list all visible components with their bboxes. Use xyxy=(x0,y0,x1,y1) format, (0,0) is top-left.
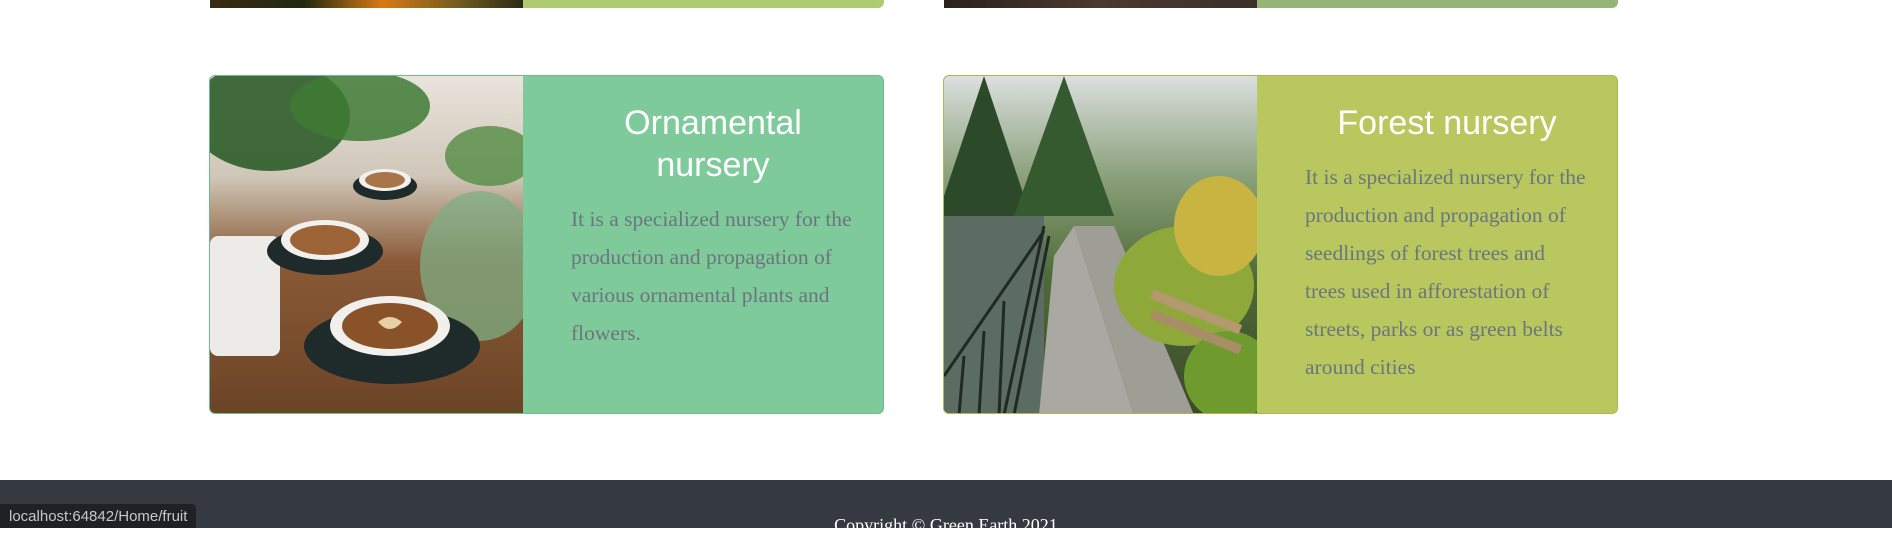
footer: Copyright © Green Earth 2021 xyxy=(0,480,1892,535)
ornamental-nursery-card: Ornamental nursery It is a specialized n… xyxy=(209,75,884,414)
forest-nursery-card-body: Forest nursery It is a specialized nurse… xyxy=(1257,76,1617,413)
forest-nursery-card: Forest nursery It is a specialized nurse… xyxy=(943,75,1618,414)
card-title: Ornamental nursery xyxy=(624,104,802,184)
previous-card-body-right xyxy=(1257,0,1618,8)
previous-card-image-left xyxy=(210,0,523,8)
previous-card-image-right xyxy=(944,0,1257,8)
ornamental-nursery-card-body: Ornamental nursery It is a specialized n… xyxy=(523,76,883,413)
copyright-text: Copyright © Green Earth 2021 xyxy=(834,515,1058,535)
card-title: Forest nursery xyxy=(1337,104,1557,142)
card-description: It is a specialized nursery for the prod… xyxy=(1305,165,1586,379)
coffee-cups-and-plants-photo xyxy=(210,76,523,413)
garden-path-with-bench-photo xyxy=(944,76,1257,413)
status-bar-url: localhost:64842/Home/fruit xyxy=(0,504,197,528)
previous-card-body-left xyxy=(523,0,884,8)
card-description: It is a specialized nursery for the prod… xyxy=(571,207,852,345)
